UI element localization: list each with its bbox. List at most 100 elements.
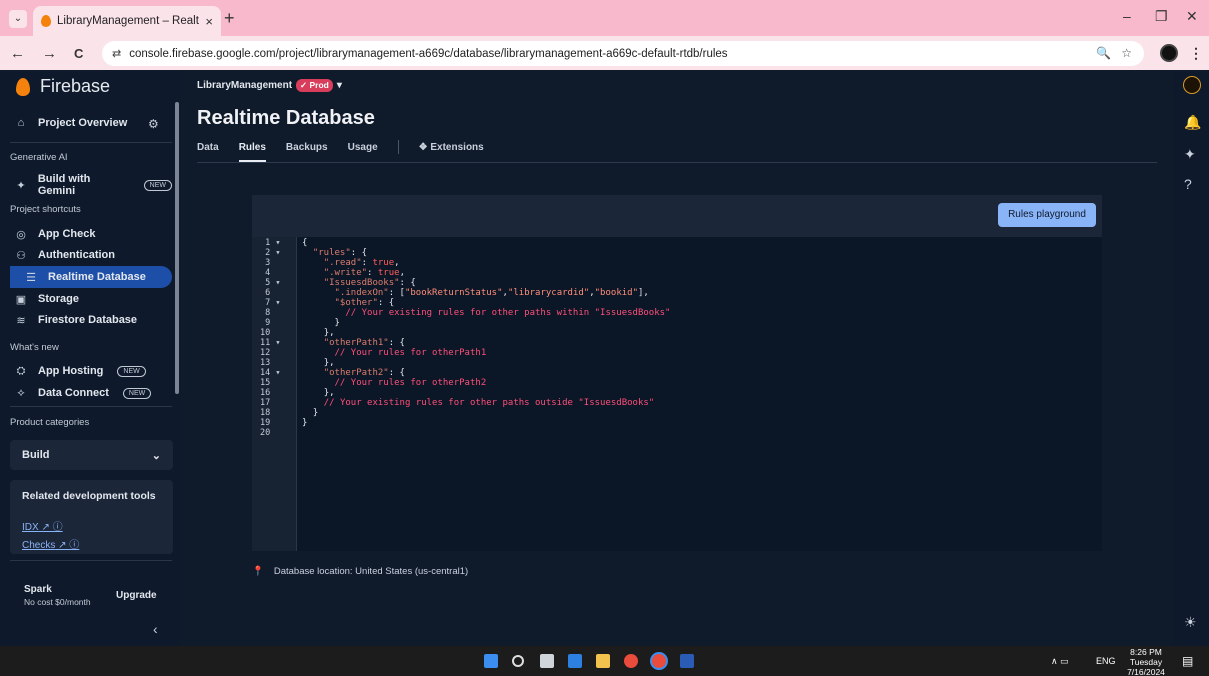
chrome-icon[interactable] (624, 654, 638, 668)
database-location: 📍 Database location: United States (us-c… (252, 566, 468, 577)
tab-search-button[interactable]: ⌄ (9, 10, 27, 28)
site-info-icon[interactable]: ⇄ (112, 47, 121, 60)
tab-data[interactable]: Data (197, 142, 219, 162)
sidebar-divider (10, 142, 172, 143)
file-explorer-icon[interactable] (596, 654, 610, 668)
idx-link[interactable]: IDX ↗ ⓘ (22, 518, 63, 533)
sidebar-item-firestore-database[interactable]: ≋ Firestore Database (10, 309, 172, 331)
line-number: 8 (260, 308, 271, 318)
section-product-categories: Product categories (10, 417, 90, 428)
sidebar-item-label: Storage (38, 293, 79, 305)
code-string: "librarycardid" (507, 288, 590, 298)
code-punc: } (334, 318, 340, 328)
data-connect-icon: ⟡ (17, 386, 25, 399)
project-switcher[interactable]: LibraryManagement ✓ Prod ▾ (197, 79, 342, 92)
code-line-12: // Your rules for otherPath1 (302, 348, 487, 358)
gemini-sparkle-icon[interactable]: ✦ (1184, 146, 1196, 163)
line-number: 2 ▾ (260, 248, 281, 258)
bookmark-star-icon[interactable]: ☆ (1121, 46, 1132, 60)
tab-extensions[interactable]: ❖ Extensions (419, 142, 484, 162)
code-line-9: } (302, 318, 340, 328)
code-punc: : { (388, 338, 405, 348)
dropdown-caret-icon: ▾ (336, 80, 342, 91)
build-category-toggle[interactable]: Build ⌄ (10, 440, 173, 470)
windows-taskbar: ∧ ▭ ENG 8:26 PM Tuesday 7/16/2024 ▤ (0, 646, 1209, 676)
code-line-3: ".read": true, (323, 258, 400, 268)
storage-icon: ▣ (15, 293, 27, 306)
widgets-icon[interactable] (568, 654, 582, 668)
theme-toggle-icon[interactable]: ☀ (1184, 614, 1197, 631)
new-badge: NEW (122, 387, 152, 399)
firestore-icon: ≋ (16, 314, 26, 327)
location-pin-icon: 📍 (252, 566, 264, 577)
sidebar-item-build-with-gemini[interactable]: ✦ Build with Gemini NEW (10, 173, 172, 197)
tab-close-icon[interactable]: × (205, 14, 213, 29)
word-icon[interactable] (680, 654, 694, 668)
tab-rules[interactable]: Rules (238, 142, 266, 162)
minimize-button[interactable]: – (1123, 8, 1131, 24)
database-tabs: Data Rules Backups Usage ❖ Extensions (197, 140, 484, 162)
user-avatar[interactable] (1183, 76, 1201, 94)
language-indicator[interactable]: ENG (1096, 656, 1116, 666)
taskbar-clock[interactable]: 8:26 PM Tuesday 7/16/2024 (1124, 647, 1168, 676)
close-window-button[interactable]: ✕ (1186, 8, 1198, 25)
new-tab-button[interactable]: + (224, 8, 235, 29)
collapse-sidebar-icon[interactable]: ‹ (153, 621, 158, 637)
browser-tab[interactable]: LibraryManagement – Realtime × (33, 6, 221, 36)
search-icon[interactable] (512, 655, 524, 667)
code-key: ".indexOn" (334, 288, 389, 298)
sidebar-item-app-check[interactable]: ◎ App Check (10, 223, 172, 245)
chrome-active-icon[interactable] (652, 654, 666, 668)
browser-menu-icon[interactable]: ⋮ (1189, 45, 1203, 62)
code-punc: : { (350, 248, 368, 258)
firebase-sidebar: Firebase ⌂ Project Overview ⚙ Generative… (0, 70, 181, 646)
url-text[interactable]: console.firebase.google.com/project/libr… (129, 48, 727, 60)
tray-overflow-icon[interactable]: ∧ ▭ (1051, 656, 1069, 667)
tab-backups[interactable]: Backups (286, 142, 328, 162)
code-key: ".write" (323, 268, 368, 278)
browser-profile-avatar[interactable] (1160, 44, 1178, 62)
checks-link[interactable]: Checks ↗ ⓘ (22, 536, 79, 551)
help-icon[interactable]: ? (1184, 176, 1192, 192)
restore-button[interactable]: ❐ (1155, 8, 1168, 25)
back-button[interactable]: ← (10, 45, 25, 62)
code-punc: }, (323, 328, 335, 338)
notification-center-icon[interactable]: ▤ (1182, 654, 1193, 668)
code-line-19: } (302, 418, 308, 428)
reload-button[interactable]: C (74, 46, 83, 61)
code-line-4: ".write": true, (323, 268, 405, 278)
tab-usage[interactable]: Usage (348, 142, 378, 162)
sidebar-item-authentication[interactable]: ⚇ Authentication (10, 244, 172, 266)
code-key: "otherPath1" (323, 338, 389, 348)
address-bar[interactable]: ⇄ console.firebase.google.com/project/li… (102, 41, 1144, 66)
sidebar-item-data-connect[interactable]: ⟡ Data Connect NEW (10, 382, 172, 404)
sidebar-scrollbar[interactable] (175, 102, 179, 394)
code-line-6: ".indexOn": ["bookReturnStatus","library… (334, 288, 649, 298)
sidebar-item-app-hosting[interactable]: ⛭ App Hosting NEW (10, 360, 172, 382)
sidebar-item-realtime-database[interactable]: ☰ Realtime Database (10, 266, 172, 288)
code-comment: // Your rules for otherPath1 (334, 348, 487, 358)
database-icon: ☰ (26, 271, 36, 284)
sidebar-divider (10, 560, 172, 561)
firebase-brand[interactable]: Firebase (16, 76, 110, 97)
windows-start-icon[interactable] (484, 654, 498, 668)
forward-button[interactable]: → (42, 45, 57, 62)
hosting-icon: ⛭ (16, 364, 26, 377)
new-badge: NEW (143, 179, 172, 191)
code-line-2: "rules": { (302, 248, 367, 258)
home-icon: ⌂ (17, 117, 25, 129)
rules-playground-button[interactable]: Rules playground (998, 203, 1096, 227)
code-punc: } (312, 408, 319, 418)
section-whats-new: What's new (10, 342, 59, 353)
rules-editor-card: Rules playground 1 ▾ 2 ▾ 3 4 5 ▾ 6 7 ▾ 8… (252, 195, 1102, 551)
notifications-bell-icon[interactable]: 🔔 (1184, 114, 1201, 131)
plan-cost: No cost $0/month (24, 597, 91, 607)
settings-gear-icon[interactable]: ⚙ (148, 117, 159, 131)
task-view-icon[interactable] (540, 654, 554, 668)
zoom-icon[interactable]: 🔍 (1096, 46, 1111, 60)
rules-code-editor[interactable]: 1 ▾ 2 ▾ 3 4 5 ▾ 6 7 ▾ 8 9 10 11 ▾ 12 13 14 ▾ 1… (252, 237, 1102, 551)
sidebar-item-storage[interactable]: ▣ Storage (10, 288, 172, 310)
upgrade-button[interactable]: Upgrade (116, 590, 157, 601)
env-badge-label: Prod (309, 80, 329, 90)
code-line-13: }, (302, 358, 335, 368)
